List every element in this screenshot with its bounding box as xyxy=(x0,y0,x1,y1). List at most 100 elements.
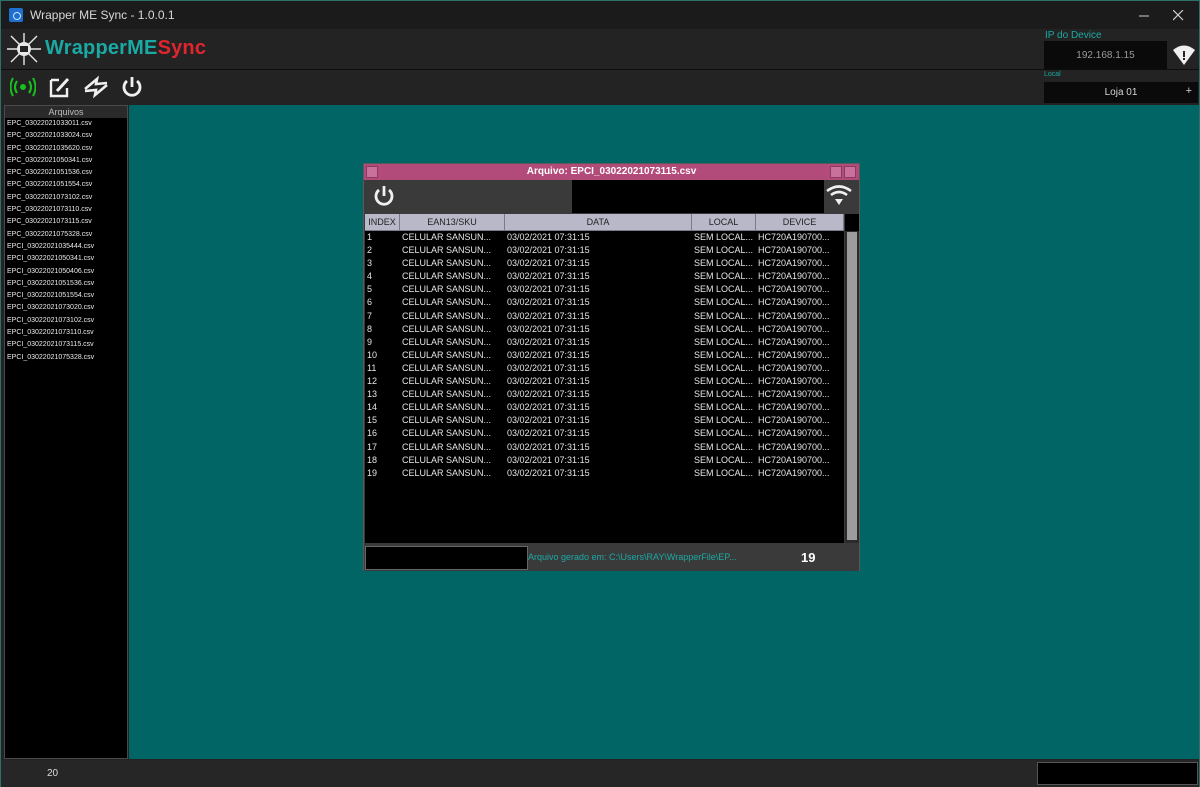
title-bar: Wrapper ME Sync - 1.0.0.1 xyxy=(1,1,1199,29)
table-body: 1 CELULAR SANSUN... 03/02/2021 07:31:15 SEM… xyxy=(365,231,844,480)
file-item[interactable]: EPCI_03022021051554.csv xyxy=(5,290,127,302)
file-count: 20 xyxy=(47,768,59,779)
ip-field[interactable]: 192.168.1.15 xyxy=(1044,41,1167,69)
file-item[interactable]: EPCI_03022021050341.csv xyxy=(5,253,127,265)
file-window-maximize-button[interactable] xyxy=(844,166,856,178)
scrollbar-thumb[interactable] xyxy=(847,232,857,540)
window-title: Wrapper ME Sync - 1.0.0.1 xyxy=(30,8,175,22)
table-cell: 18 xyxy=(367,454,378,465)
table-cell: 13 xyxy=(367,389,378,400)
table-cell: 03/02/2021 07:31:15 xyxy=(507,284,590,295)
table-cell: CELULAR SANSUN... xyxy=(402,376,492,387)
record-count: 19 xyxy=(801,550,816,565)
file-item[interactable]: EPCI_03022021073020.csv xyxy=(5,302,127,314)
table-cell: SEM LOCAL... xyxy=(694,467,754,478)
table-cell: 14 xyxy=(367,402,378,413)
file-item[interactable]: EPCI_03022021073110.csv xyxy=(5,327,127,339)
file-item[interactable]: EPC_03022021051536.csv xyxy=(5,167,127,179)
table-row[interactable]: 3 CELULAR SANSUN... 03/02/2021 07:31:15 SEM… xyxy=(365,257,844,270)
file-item[interactable]: EPC_03022021075328.csv xyxy=(5,229,127,241)
file-item[interactable]: EPCI_03022021073102.csv xyxy=(5,315,127,327)
wifi-icon[interactable] xyxy=(825,184,853,208)
table-cell: 03/02/2021 07:31:15 xyxy=(507,454,590,465)
table-cell: HC720A190700... xyxy=(758,323,830,334)
table-cell: CELULAR SANSUN... xyxy=(402,415,492,426)
table-row[interactable]: 6 CELULAR SANSUN... 03/02/2021 07:31:15 SEM… xyxy=(365,296,844,309)
file-item[interactable]: EPCI_03022021035444.csv xyxy=(5,241,127,253)
power-icon[interactable] xyxy=(119,75,145,99)
table-row[interactable]: 2 CELULAR SANSUN... 03/02/2021 07:31:15 SEM… xyxy=(365,244,844,257)
table-cell: SEM LOCAL... xyxy=(694,297,754,308)
file-item[interactable]: EPC_03022021073115.csv xyxy=(5,216,127,228)
table-cell: HC720A190700... xyxy=(758,441,830,452)
signal-icon[interactable] xyxy=(10,75,36,99)
file-item[interactable]: EPC_03022021073110.csv xyxy=(5,204,127,216)
file-item[interactable]: EPC_03022021073102.csv xyxy=(5,192,127,204)
table-row[interactable]: 8 CELULAR SANSUN... 03/02/2021 07:31:15 SEM… xyxy=(365,323,844,336)
local-label: Local xyxy=(1044,71,1061,78)
table-row[interactable]: 16 CELULAR SANSUN... 03/02/2021 07:31:15 SE… xyxy=(365,427,844,440)
table-cell: 03/02/2021 07:31:15 xyxy=(507,467,590,478)
table-cell: SEM LOCAL... xyxy=(694,284,754,295)
file-item[interactable]: EPC_03022021033011.csv xyxy=(5,118,127,130)
table-cell: HC720A190700... xyxy=(758,467,830,478)
app-logo: WrapperMESync xyxy=(45,37,206,60)
table-cell: 3 xyxy=(367,258,373,269)
file-item[interactable]: EPC_03022021051554.csv xyxy=(5,179,127,191)
file-window-menu-button[interactable] xyxy=(366,166,378,178)
file-item[interactable]: EPCI_03022021050406.csv xyxy=(5,266,127,278)
table-cell: HC720A190700... xyxy=(758,454,830,465)
power-icon[interactable] xyxy=(371,184,397,208)
column-header[interactable]: DATA xyxy=(505,214,692,231)
table-cell: 03/02/2021 07:31:15 xyxy=(507,349,590,360)
table-row[interactable]: 4 CELULAR SANSUN... 03/02/2021 07:31:15 SEM… xyxy=(365,270,844,283)
file-item[interactable]: EPC_03022021033024.csv xyxy=(5,130,127,142)
file-list: EPC_03022021033011.csv EPC_03022021033024… xyxy=(5,118,127,364)
table-cell: SEM LOCAL... xyxy=(694,402,754,413)
table-cell: CELULAR SANSUN... xyxy=(402,232,492,242)
file-item[interactable]: EPC_03022021035620.csv xyxy=(5,143,127,155)
table-row[interactable]: 17 CELULAR SANSUN... 03/02/2021 07:31:15 SE… xyxy=(365,441,844,454)
table-cell: 03/02/2021 07:31:15 xyxy=(507,258,590,269)
table-cell: SEM LOCAL... xyxy=(694,271,754,282)
wifi-icon[interactable] xyxy=(1170,41,1198,69)
column-header[interactable]: INDEX xyxy=(365,214,400,231)
table-cell: 03/02/2021 07:31:15 xyxy=(507,362,590,373)
table-row[interactable]: 13 CELULAR SANSUN... 03/02/2021 07:31:15 SE… xyxy=(365,388,844,401)
table-row[interactable]: 12 CELULAR SANSUN... 03/02/2021 07:31:15 SE… xyxy=(365,375,844,388)
table-row[interactable]: 11 CELULAR SANSUN... 03/02/2021 07:31:15 SE… xyxy=(365,362,844,375)
file-window-minimize-button[interactable] xyxy=(830,166,842,178)
table-row[interactable]: 19 CELULAR SANSUN... 03/02/2021 07:31:15 SE… xyxy=(365,467,844,480)
table-row[interactable]: 9 CELULAR SANSUN... 03/02/2021 07:31:15 SEM… xyxy=(365,336,844,349)
edit-icon[interactable] xyxy=(47,75,73,99)
file-item[interactable]: EPCI_03022021073115.csv xyxy=(5,339,127,351)
table-row[interactable]: 15 CELULAR SANSUN... 03/02/2021 07:31:15 SE… xyxy=(365,414,844,427)
records-table: INDEX EAN13/SKU DATA LOCAL DEVICE 1 CELULAR S… xyxy=(365,214,844,543)
file-window: Arquivo: EPCI_03022021073115.csv INDEX EA… xyxy=(363,163,860,571)
table-row[interactable]: 10 CELULAR SANSUN... 03/02/2021 07:31:15 SE… xyxy=(365,349,844,362)
table-row[interactable]: 7 CELULAR SANSUN... 03/02/2021 07:31:15 SEM… xyxy=(365,310,844,323)
add-local-icon[interactable]: + xyxy=(1186,85,1192,97)
table-cell: HC720A190700... xyxy=(758,245,830,256)
column-header[interactable]: LOCAL xyxy=(692,214,756,231)
scrollbar-corner xyxy=(845,214,859,231)
app-header: WrapperMESync IP do Device 192.168.1.15 xyxy=(1,29,1199,69)
sync-icon[interactable] xyxy=(83,75,109,99)
column-header[interactable]: EAN13/SKU xyxy=(400,214,505,231)
table-row[interactable]: 14 CELULAR SANSUN... 03/02/2021 07:31:15 SE… xyxy=(365,401,844,414)
table-cell: SEM LOCAL... xyxy=(694,336,754,347)
table-cell: SEM LOCAL... xyxy=(694,415,754,426)
column-header[interactable]: DEVICE xyxy=(756,214,844,231)
table-row[interactable]: 18 CELULAR SANSUN... 03/02/2021 07:31:15 SE… xyxy=(365,454,844,467)
close-button[interactable] xyxy=(1155,1,1200,29)
table-scrollbar[interactable] xyxy=(845,214,859,543)
table-row[interactable]: 5 CELULAR SANSUN... 03/02/2021 07:31:15 SEM… xyxy=(365,283,844,296)
file-window-toolbar xyxy=(364,180,859,213)
file-item[interactable]: EPCI_03022021075328.csv xyxy=(5,352,127,364)
file-item[interactable]: EPC_03022021050341.csv xyxy=(5,155,127,167)
toolbar: Local Loja 01 + xyxy=(1,69,1199,103)
table-cell: CELULAR SANSUN... xyxy=(402,362,492,373)
file-item[interactable]: EPCI_03022021051536.csv xyxy=(5,278,127,290)
local-select[interactable]: Loja 01 + xyxy=(1044,82,1198,103)
table-row[interactable]: 1 CELULAR SANSUN... 03/02/2021 07:31:15 SEM… xyxy=(365,231,844,244)
